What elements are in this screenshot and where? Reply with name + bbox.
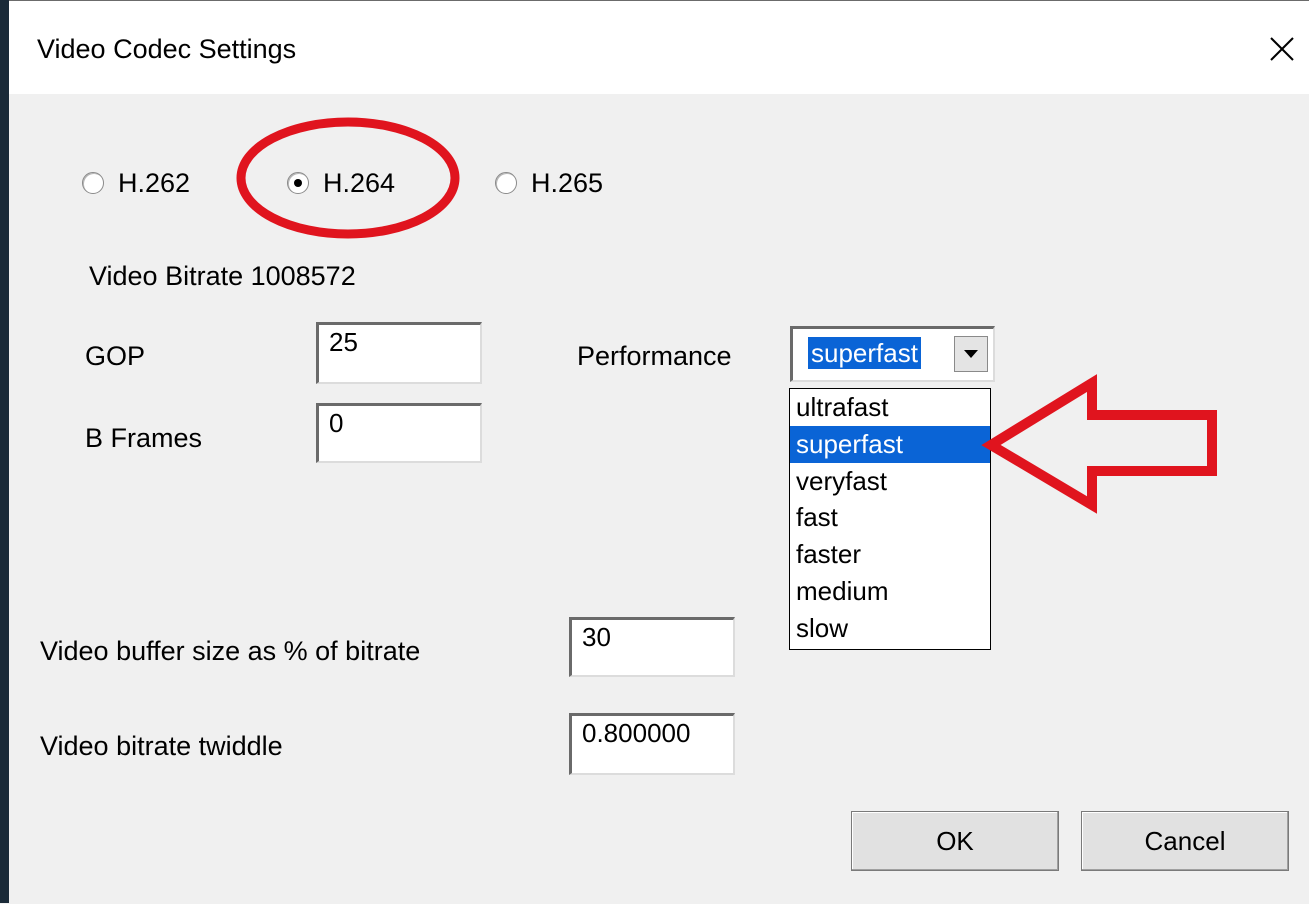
video-codec-dialog: Video Codec Settings H.262 H.264 H.265 V…	[9, 0, 1309, 904]
performance-selected-value: superfast	[808, 337, 921, 369]
annotation-arrow	[981, 374, 1217, 514]
annotation-circle	[236, 117, 460, 239]
close-button[interactable]	[1255, 23, 1309, 73]
bitrate-twiddle-label: Video bitrate twiddle	[40, 731, 283, 761]
bitrate-twiddle-input[interactable]: 0.800000	[569, 713, 735, 775]
background-window-edge	[0, 0, 9, 903]
buffer-size-label: Video buffer size as % of bitrate	[40, 636, 421, 666]
radio-indicator	[82, 172, 104, 194]
cancel-button[interactable]: Cancel	[1081, 811, 1289, 871]
radio-h262[interactable]: H.262	[82, 166, 190, 200]
b-frames-label: B Frames	[85, 423, 203, 453]
close-icon	[1270, 37, 1294, 61]
title-bar: Video Codec Settings	[9, 1, 1309, 94]
chevron-down-icon	[964, 350, 978, 358]
b-frames-input[interactable]: 0	[316, 403, 482, 463]
dropdown-option-slow[interactable]: slow	[790, 610, 990, 647]
dropdown-option-fast[interactable]: fast	[790, 499, 990, 536]
dropdown-option-veryfast[interactable]: veryfast	[790, 463, 990, 500]
dropdown-option-faster[interactable]: faster	[790, 536, 990, 573]
radio-indicator	[495, 172, 517, 194]
gop-label: GOP	[85, 341, 146, 371]
dropdown-option-superfast[interactable]: superfast	[790, 425, 990, 463]
gop-input[interactable]: 25	[316, 322, 482, 384]
dropdown-button[interactable]	[954, 336, 988, 372]
dropdown-option-ultrafast[interactable]: ultrafast	[790, 389, 990, 426]
video-bitrate-label: Video Bitrate 1008572	[89, 261, 356, 291]
ok-button[interactable]: OK	[851, 811, 1059, 871]
dialog-title: Video Codec Settings	[37, 34, 297, 64]
radio-h265[interactable]: H.265	[495, 166, 603, 200]
dropdown-option-medium[interactable]: medium	[790, 573, 990, 610]
performance-label: Performance	[577, 341, 732, 371]
radio-label: H.265	[531, 168, 604, 198]
radio-label: H.262	[118, 168, 191, 198]
performance-select[interactable]: superfast	[790, 326, 995, 382]
buffer-size-input[interactable]: 30	[569, 617, 735, 677]
performance-dropdown-list: ultrafast superfast veryfast fast faster…	[789, 388, 991, 650]
